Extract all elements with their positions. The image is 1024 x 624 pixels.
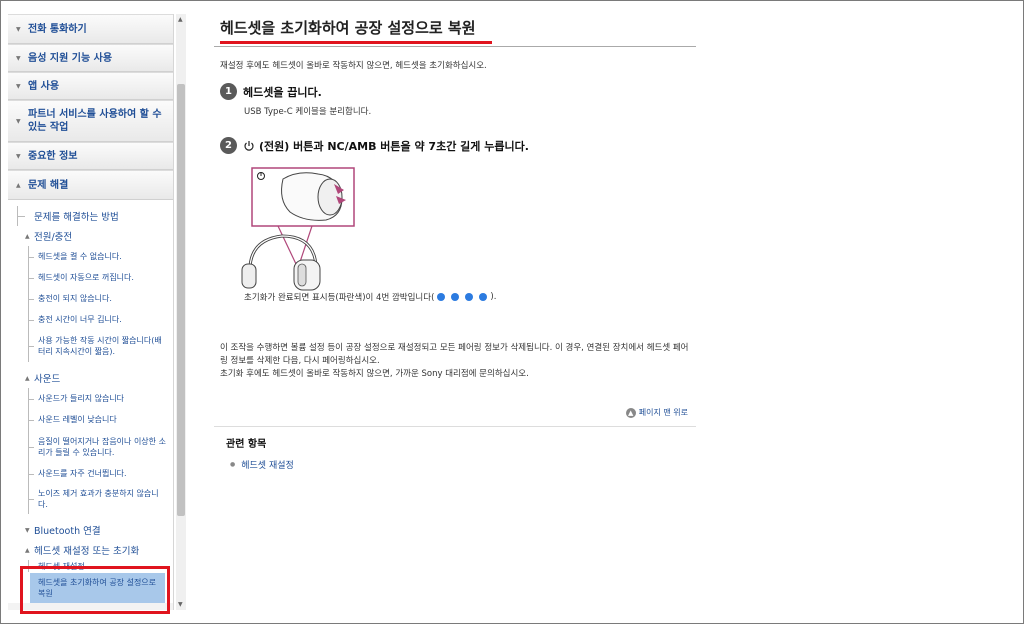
sidebar-category-troubleshooting[interactable]: ▲ 문제 해결	[8, 170, 173, 200]
chevron-up-icon: ▲	[16, 181, 21, 189]
chevron-up-icon: ▲	[25, 232, 30, 240]
sidebar-item-not-charging[interactable]: 충전이 되지 않습니다.	[8, 288, 173, 309]
headset-illustration	[241, 167, 355, 291]
note-paragraph: 이 조작을 수행하면 볼륨 설정 등이 공장 설정으로 재설정되고 모든 페어링…	[220, 343, 689, 366]
sidebar-item-charging-too-long[interactable]: 충전 시간이 너무 깁니다.	[8, 309, 173, 330]
scrollbar-thumb[interactable]	[177, 84, 185, 516]
main-content: 헤드셋을 초기화하여 공장 설정으로 복원 재설정 후에도 헤드셋이 올바로 작…	[214, 14, 696, 471]
indicator-dot	[451, 293, 460, 301]
note-paragraph: 초기화 후에도 헤드셋이 올바로 작동하지 않으면, 가까운 Sony 대리점에…	[220, 369, 529, 379]
sidebar-group-sound[interactable]: ▲ 사운드	[8, 368, 173, 388]
title-underline	[220, 41, 492, 44]
sidebar-item-poor-quality[interactable]: 음질이 떨어지거나 잡음이나 이상한 소리가 들릴 수 있습니다.	[8, 430, 173, 463]
intro-text: 재설정 후에도 헤드셋이 올바로 작동하지 않으면, 헤드셋을 초기화하십시오.	[220, 61, 487, 71]
scroll-up-icon[interactable]: ▲	[178, 16, 183, 23]
chevron-down-icon: ▼	[16, 82, 21, 90]
sidebar-group-bluetooth[interactable]: ▼ Bluetooth 연결	[8, 520, 173, 540]
sidebar-link-how-to-troubleshoot[interactable]: 문제를 해결하는 방법	[8, 206, 173, 226]
highlight-box	[20, 566, 170, 614]
sidebar-item-auto-power-off[interactable]: 헤드셋이 자동으로 꺼집니다.	[8, 267, 173, 288]
divider	[214, 426, 696, 427]
power-icon	[243, 140, 255, 152]
indicator-dot	[479, 293, 488, 301]
sidebar-item-no-sound[interactable]: 사운드가 들리지 않습니다	[8, 388, 173, 409]
sidebar-item-sound-skips[interactable]: 사운드를 자주 건너뜁니다.	[8, 463, 173, 484]
sidebar-category-app[interactable]: ▼ 앱 사용	[8, 72, 173, 100]
sidebar-category-calls[interactable]: ▼ 전화 통화하기	[8, 14, 173, 44]
chevron-up-icon: ▲	[25, 546, 30, 554]
sidebar-item-cannot-power-on[interactable]: 헤드셋을 켤 수 없습니다.	[8, 246, 173, 267]
chevron-down-icon: ▼	[16, 152, 21, 160]
sidebar-category-voice-assist[interactable]: ▼ 음성 지원 기능 사용	[8, 44, 173, 72]
chevron-down-icon: ▼	[16, 117, 21, 125]
sidebar-scrollbar[interactable]: ▲ ▼	[176, 14, 186, 610]
sidebar-category-important-info[interactable]: ▼ 중요한 정보	[8, 142, 173, 170]
sidebar-nav: ▼ 전화 통화하기 ▼ 음성 지원 기능 사용 ▼ 앱 사용 ▼ 파트너 서비스를 사용…	[8, 14, 174, 610]
chevron-down-icon: ▼	[16, 25, 21, 33]
sidebar-item-noise-cancel[interactable]: 노이즈 제거 효과가 충분하지 않습니다.	[8, 484, 173, 514]
notes: 이 조작을 수행하면 볼륨 설정 등이 공장 설정으로 재설정되고 모든 페어링…	[220, 342, 694, 381]
indicator-dot	[465, 293, 474, 301]
sidebar-group-power[interactable]: ▲ 전원/충전	[8, 226, 173, 246]
step-number: 1	[220, 83, 237, 100]
sidebar-category-partner-services[interactable]: ▼ 파트너 서비스를 사용하여 할 수 있는 작업	[8, 100, 173, 142]
sidebar-item-low-sound[interactable]: 사운드 레벨이 낮습니다	[8, 409, 173, 430]
related-topics-heading: 관련 항목	[226, 439, 267, 450]
sidebar-item-short-battery[interactable]: 사용 가능한 작동 시간이 짧습니다(배터리 지속시간이 짧음).	[8, 330, 173, 362]
indicator-dot	[437, 293, 446, 301]
step-number: 2	[220, 137, 237, 154]
related-link-reset[interactable]: ● 헤드셋 재설정	[230, 458, 294, 471]
step-title: (전원) 버튼과 NC/AMB 버튼을 약 7초간 길게 누릅니다.	[259, 139, 529, 153]
step-1: 1 헤드셋을 끕니다.	[220, 83, 322, 100]
step-title: 헤드셋을 끕니다.	[243, 85, 322, 99]
troubleshooting-subtree: 문제를 해결하는 방법 ▲ 전원/충전 헤드셋을 켤 수 없습니다. 헤드셋이 자…	[8, 200, 173, 603]
bullet-icon: ●	[230, 461, 236, 468]
chevron-down-icon: ▼	[16, 54, 21, 62]
step-2: 2 (전원) 버튼과 NC/AMB 버튼을 약 7초간 길게 누릅니다.	[220, 137, 529, 154]
chevron-up-icon: ▲	[25, 374, 30, 382]
step-1-desc: USB Type-C 케이블을 분리합니다.	[244, 107, 372, 117]
sidebar-group-reset[interactable]: ▲ 헤드셋 재설정 또는 초기화	[8, 540, 173, 560]
back-to-top-link[interactable]: ▲ 페이지 맨 위로	[625, 407, 688, 418]
init-complete-note: 초기화가 완료되면 표시등(파란색)이 4번 깜박입니다( ).	[244, 292, 497, 303]
scroll-down-icon[interactable]: ▼	[178, 601, 183, 608]
page-title: 헤드셋을 초기화하여 공장 설정으로 복원	[220, 18, 476, 37]
chevron-down-icon: ▼	[25, 526, 30, 534]
title-divider	[214, 46, 696, 47]
arrow-up-icon: ▲	[625, 407, 636, 418]
